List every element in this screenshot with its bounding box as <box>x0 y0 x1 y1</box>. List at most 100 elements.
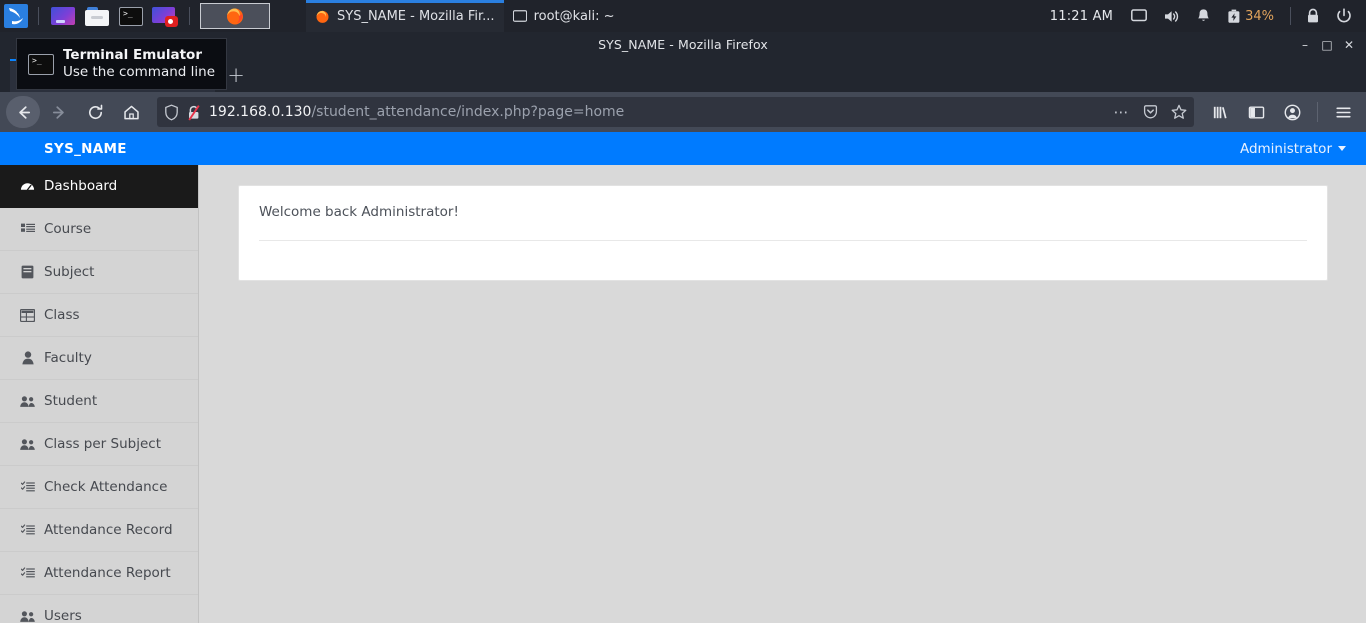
tooltip-text: Terminal Emulator Use the command line <box>63 47 215 81</box>
sidebar-item-label: Attendance Report <box>44 565 171 581</box>
welcome-message: Welcome back Administrator! <box>259 204 459 220</box>
insecure-connection-icon[interactable] <box>186 104 202 121</box>
taskbar-separator-1 <box>38 7 39 25</box>
app-brand[interactable]: SYS_NAME <box>44 141 127 157</box>
sidebar-item-label: Users <box>44 608 82 623</box>
url-text[interactable]: 192.168.0.130/student_attendance/index.p… <box>209 104 1107 120</box>
tooltip-title: Terminal Emulator <box>63 47 202 64</box>
users-icon <box>20 395 35 408</box>
minimize-button[interactable]: – <box>1294 32 1316 57</box>
list-icon <box>20 223 35 235</box>
sidebar-icon[interactable] <box>1239 96 1273 128</box>
screen-recorder-launcher[interactable] <box>148 1 182 31</box>
task-list-icon <box>20 481 35 493</box>
forward-arrow-icon[interactable] <box>42 96 76 128</box>
welcome-card: Welcome back Administrator! <box>238 185 1328 281</box>
sidebar-item-class[interactable]: Class <box>0 294 198 337</box>
ellipsis-icon[interactable]: ⋯ <box>1114 103 1131 121</box>
app-navbar: SYS_NAME Administrator <box>0 132 1366 165</box>
url-path: /student_attendance/index.php?page=home <box>311 104 625 120</box>
maximize-button[interactable]: □ <box>1316 32 1338 57</box>
pocket-icon[interactable] <box>1143 104 1158 120</box>
xfce-taskbar: SYS_NAME - Mozilla Fir... root@kali: ~ 1… <box>0 0 1366 32</box>
user-dropdown[interactable]: Administrator <box>1240 141 1346 157</box>
task-list-icon <box>20 524 35 536</box>
sidebar-item-label: Class per Subject <box>44 436 161 452</box>
app-sidebar: Dashboard Course Subject Class Faculty S… <box>0 165 199 623</box>
web-page-content: SYS_NAME Administrator Dashboard Course … <box>0 132 1366 623</box>
users-icon <box>20 610 35 623</box>
terminal-icon <box>119 6 143 26</box>
window-button-label: SYS_NAME - Mozilla Fir... <box>337 8 495 24</box>
user-icon <box>20 351 35 365</box>
terminal-icon <box>512 10 527 22</box>
battery-indicator[interactable] <box>1219 0 1243 32</box>
home-icon[interactable] <box>114 96 148 128</box>
users-icon <box>20 438 35 451</box>
sidebar-item-attendance-report[interactable]: Attendance Report <box>0 552 198 595</box>
notification-bell-icon[interactable] <box>1188 0 1219 32</box>
back-arrow-icon[interactable] <box>6 96 40 128</box>
window-button-label: root@kali: ~ <box>533 8 615 24</box>
window-button-firefox[interactable]: SYS_NAME - Mozilla Fir... <box>306 0 504 32</box>
terminal-emulator-tooltip: Terminal Emulator Use the command line <box>16 38 227 90</box>
browser-icon <box>51 7 75 25</box>
sidebar-item-label: Attendance Record <box>44 522 173 538</box>
sidebar-item-label: Subject <box>44 264 95 280</box>
window-title: SYS_NAME - Mozilla Firefox <box>598 37 768 52</box>
sidebar-item-dashboard[interactable]: Dashboard <box>0 165 198 208</box>
firefox-icon <box>227 8 243 25</box>
tracking-protection-icon[interactable] <box>164 104 179 121</box>
battery-charging-icon <box>1228 9 1240 23</box>
browser-toolbar: 192.168.0.130/student_attendance/index.p… <box>0 92 1366 132</box>
web-browser-launcher[interactable] <box>46 1 80 31</box>
reload-icon[interactable] <box>78 96 112 128</box>
logout-icon[interactable] <box>1328 0 1360 32</box>
close-button[interactable]: ✕ <box>1338 32 1360 57</box>
lock-icon[interactable] <box>1298 0 1328 32</box>
tray-separator <box>1290 7 1291 25</box>
dashboard-icon <box>20 179 35 193</box>
account-icon[interactable] <box>1275 96 1309 128</box>
terminal-launcher[interactable] <box>114 1 148 31</box>
firefox-launcher[interactable] <box>200 3 270 29</box>
firefox-icon <box>316 10 329 23</box>
library-icon[interactable] <box>1203 96 1237 128</box>
clock[interactable]: 11:21 AM <box>1046 9 1123 24</box>
battery-percent: 34% <box>1245 8 1274 24</box>
card-footer <box>239 241 1327 279</box>
volume-icon[interactable] <box>1155 0 1188 32</box>
kali-dragon-icon[interactable] <box>1 1 31 31</box>
user-dropdown-label: Administrator <box>1239 140 1332 157</box>
file-manager-launcher[interactable] <box>80 1 114 31</box>
taskbar-separator-2 <box>189 7 190 25</box>
sidebar-item-label: Course <box>44 221 92 237</box>
card-body: Welcome back Administrator! <box>239 186 1327 220</box>
screen-record-icon <box>152 6 178 27</box>
sidebar-item-subject[interactable]: Subject <box>0 251 198 294</box>
sidebar-item-label: Faculty <box>44 350 92 366</box>
sidebar-item-class-per-subject[interactable]: Class per Subject <box>0 423 198 466</box>
table-icon <box>20 308 35 322</box>
chevron-down-icon <box>1338 146 1346 151</box>
sidebar-item-student[interactable]: Student <box>0 380 198 423</box>
sidebar-item-check-attendance[interactable]: Check Attendance <box>0 466 198 509</box>
display-icon[interactable] <box>1123 0 1155 32</box>
sidebar-item-attendance-record[interactable]: Attendance Record <box>0 509 198 552</box>
tooltip-subtitle: Use the command line <box>63 64 215 80</box>
sidebar-item-course[interactable]: Course <box>0 208 198 251</box>
window-button-terminal[interactable]: root@kali: ~ <box>504 0 624 32</box>
sidebar-item-label: Dashboard <box>44 178 118 194</box>
star-icon[interactable] <box>1171 104 1187 120</box>
window-controls: – □ ✕ <box>1294 32 1360 57</box>
sidebar-item-label: Class <box>44 307 80 323</box>
hamburger-menu-icon[interactable] <box>1326 96 1360 128</box>
tooltip-icon-wrap <box>28 53 54 75</box>
app-body: Dashboard Course Subject Class Faculty S… <box>0 165 1366 623</box>
sidebar-item-faculty[interactable]: Faculty <box>0 337 198 380</box>
url-host: 192.168.0.130 <box>209 104 312 120</box>
terminal-icon <box>28 53 54 75</box>
sidebar-item-users[interactable]: Users <box>0 595 198 623</box>
main-content: Welcome back Administrator! <box>199 165 1366 623</box>
url-bar[interactable]: 192.168.0.130/student_attendance/index.p… <box>157 97 1194 127</box>
